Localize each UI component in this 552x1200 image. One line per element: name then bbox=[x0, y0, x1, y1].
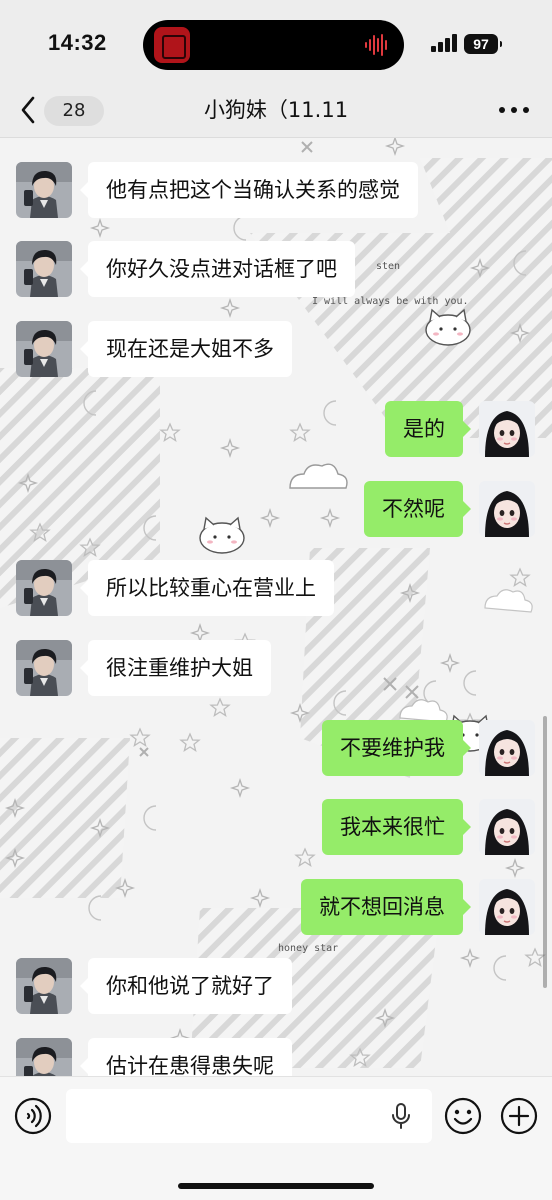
emoji-icon[interactable] bbox=[444, 1097, 482, 1135]
self-avatar[interactable] bbox=[479, 720, 535, 776]
home-indicator[interactable] bbox=[178, 1183, 374, 1189]
message-bubble[interactable]: 你好久没点进对话框了吧 bbox=[80, 241, 355, 297]
message-outgoing: 就不想回消息 bbox=[0, 879, 552, 937]
message-bubble[interactable]: 是的 bbox=[385, 401, 471, 457]
contact-avatar[interactable] bbox=[16, 321, 72, 377]
message-incoming: 你和他说了就好了 bbox=[0, 958, 552, 1016]
message-incoming: 所以比较重心在营业上 bbox=[0, 560, 552, 618]
message-bubble[interactable]: 你和他说了就好了 bbox=[80, 958, 292, 1014]
message-outgoing: 我本来很忙 bbox=[0, 799, 552, 857]
message-bubble[interactable]: 估计在患得患失呢 bbox=[80, 1038, 292, 1076]
audio-wave-icon bbox=[365, 34, 387, 56]
voice-icon[interactable] bbox=[14, 1097, 52, 1135]
more-dots-icon[interactable] bbox=[494, 96, 534, 124]
message-bubble[interactable]: 很注重维护大姐 bbox=[80, 640, 271, 696]
message-bubble[interactable]: 不然呢 bbox=[364, 481, 471, 537]
unread-count-badge: 28 bbox=[44, 96, 104, 126]
contact-avatar[interactable] bbox=[16, 560, 72, 616]
message-incoming: 估计在患得患失呢 bbox=[0, 1038, 552, 1076]
message-bubble[interactable]: 我本来很忙 bbox=[322, 799, 471, 855]
self-avatar[interactable] bbox=[479, 799, 535, 855]
back-chevron-icon bbox=[21, 96, 35, 124]
self-avatar[interactable] bbox=[479, 481, 535, 537]
message-bubble[interactable]: 他有点把这个当确认关系的感觉 bbox=[80, 162, 418, 218]
contact-avatar[interactable] bbox=[16, 958, 72, 1014]
mic-icon[interactable] bbox=[390, 1103, 412, 1129]
scrollbar[interactable] bbox=[543, 716, 547, 988]
message-incoming: 你好久没点进对话框了吧 bbox=[0, 241, 552, 299]
message-bubble[interactable]: 就不想回消息 bbox=[301, 879, 471, 935]
self-avatar[interactable] bbox=[479, 879, 535, 935]
message-outgoing: 不要维护我 bbox=[0, 720, 552, 778]
contact-avatar[interactable] bbox=[16, 162, 72, 218]
status-time: 14:32 bbox=[48, 30, 107, 55]
plus-icon[interactable] bbox=[500, 1097, 538, 1135]
chat-input-bar bbox=[0, 1076, 552, 1200]
wallpaper-text: honey star bbox=[278, 943, 338, 954]
message-incoming: 现在还是大姐不多 bbox=[0, 321, 552, 379]
contact-avatar[interactable] bbox=[16, 1038, 72, 1076]
battery-icon: 97 bbox=[464, 34, 502, 54]
message-outgoing: 是的 bbox=[0, 401, 552, 459]
chat-message-list[interactable]: sten I will always be with you. honey st… bbox=[0, 138, 552, 1076]
chat-title[interactable]: 小狗妹（11.11 bbox=[140, 94, 412, 124]
self-avatar[interactable] bbox=[479, 401, 535, 457]
message-bubble[interactable]: 不要维护我 bbox=[322, 720, 471, 776]
message-incoming: 很注重维护大姐 bbox=[0, 640, 552, 698]
signal-icon bbox=[431, 34, 457, 52]
now-playing-icon bbox=[154, 27, 190, 63]
message-input[interactable] bbox=[66, 1089, 432, 1143]
chat-header: 28 小狗妹（11.11 bbox=[0, 82, 552, 138]
message-outgoing: 不然呢 bbox=[0, 481, 552, 539]
back-button[interactable]: 28 bbox=[18, 92, 104, 128]
dynamic-island[interactable] bbox=[143, 20, 404, 70]
message-bubble[interactable]: 现在还是大姐不多 bbox=[80, 321, 292, 377]
contact-avatar[interactable] bbox=[16, 241, 72, 297]
message-bubble[interactable]: 所以比较重心在营业上 bbox=[80, 560, 334, 616]
contact-avatar[interactable] bbox=[16, 640, 72, 696]
status-bar: 14:32 97 bbox=[0, 0, 552, 82]
message-incoming: 他有点把这个当确认关系的感觉 bbox=[0, 162, 552, 220]
